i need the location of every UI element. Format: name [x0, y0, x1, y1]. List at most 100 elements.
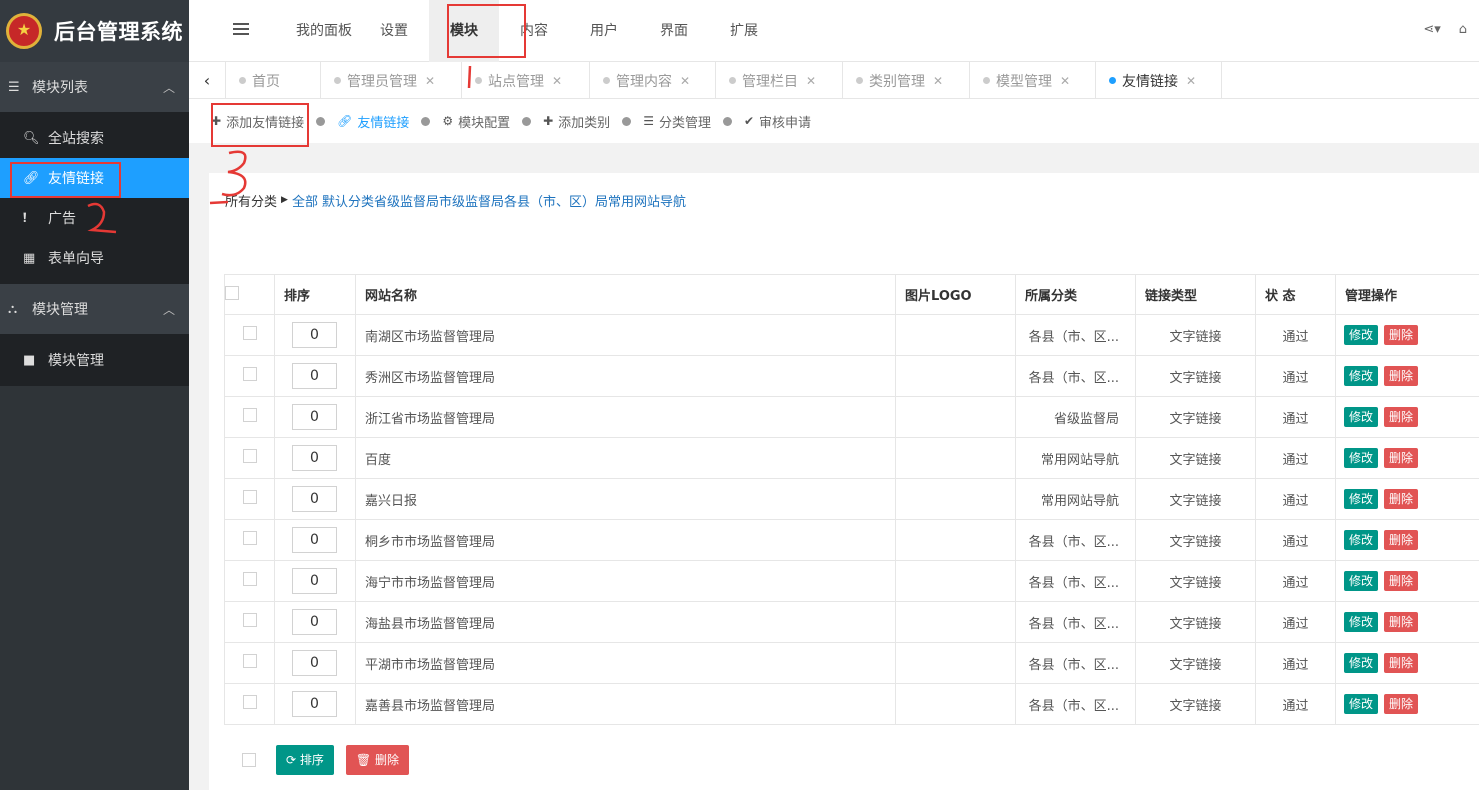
logo-area: 后台管理系统 — [0, 0, 189, 62]
site-name-link[interactable]: 百度 — [355, 437, 896, 479]
actions-cell: 修改 删除 — [1335, 314, 1479, 356]
category-manage-button[interactable]: ☰ 分类管理 — [643, 112, 711, 131]
tab-columns[interactable]: 管理栏目 ✕ — [716, 62, 843, 99]
topmenu-interface[interactable]: 界面 — [639, 0, 709, 62]
site-name-link[interactable]: 嘉兴日报 — [355, 478, 896, 520]
sidebar-submenu: 🔍︎ 全站搜索 🔗︎ 友情链接 ❗︎ 广告 ▦ 表单向导 — [0, 112, 189, 284]
edit-button[interactable]: 修改 — [1344, 694, 1379, 714]
bulk-select-checkbox[interactable] — [242, 753, 256, 767]
row-checkbox[interactable] — [242, 531, 257, 545]
logo-cell — [895, 478, 1016, 520]
row-checkbox[interactable] — [242, 367, 257, 381]
order-input[interactable]: 0 — [292, 609, 337, 635]
share-icon[interactable]: ⋖▾ — [1423, 22, 1440, 37]
topmenu-users[interactable]: 用户 — [569, 0, 639, 62]
chevron-up-icon: ︿ — [162, 80, 175, 95]
order-input[interactable]: 0 — [292, 650, 337, 676]
row-checkbox[interactable] — [242, 449, 257, 463]
order-input[interactable]: 0 — [292, 568, 337, 594]
sidebar-item-module-manage[interactable]: ■ 模块管理 — [0, 340, 189, 380]
row-checkbox[interactable] — [242, 654, 257, 668]
tab-category[interactable]: 类别管理 ✕ — [843, 62, 970, 99]
edit-button[interactable]: 修改 — [1344, 489, 1379, 509]
row-checkbox[interactable] — [242, 572, 257, 586]
module-config-button[interactable]: ⚙ 模块配置 — [442, 112, 510, 131]
delete-button[interactable]: 删除 — [1384, 612, 1419, 632]
edit-button[interactable]: 修改 — [1344, 448, 1379, 468]
tab-label: 管理内容 — [616, 73, 672, 90]
delete-button[interactable]: 删除 — [1384, 407, 1419, 427]
row-checkbox[interactable] — [242, 613, 257, 627]
site-name-link[interactable]: 平湖市市场监督管理局 — [355, 642, 896, 684]
edit-button[interactable]: 修改 — [1344, 571, 1379, 591]
order-input[interactable]: 0 — [292, 322, 337, 348]
sidebar-group-module-list[interactable]: ☰ 模块列表 ︿ — [0, 62, 189, 112]
tab-home[interactable]: 首页 — [226, 62, 321, 99]
order-input[interactable]: 0 — [292, 363, 337, 389]
order-input[interactable]: 0 — [292, 486, 337, 512]
tab-label: 首页 — [252, 73, 280, 90]
menu-toggle-icon[interactable] — [233, 23, 249, 37]
row-checkbox[interactable] — [242, 695, 257, 709]
close-icon[interactable]: ✕ — [552, 74, 562, 88]
delete-button[interactable]: 删除 — [1384, 530, 1419, 550]
site-name-link[interactable]: 海宁市市场监督管理局 — [355, 560, 896, 602]
sidebar-item-search[interactable]: 🔍︎ 全站搜索 — [0, 118, 189, 158]
close-icon[interactable]: ✕ — [806, 74, 816, 88]
close-icon[interactable]: ✕ — [933, 74, 943, 88]
edit-button[interactable]: 修改 — [1344, 653, 1379, 673]
edit-button[interactable]: 修改 — [1344, 325, 1379, 345]
review-apply-button[interactable]: ✔ 审核申请 — [744, 112, 811, 131]
row-checkbox[interactable] — [242, 408, 257, 422]
close-icon[interactable]: ✕ — [1060, 74, 1070, 88]
delete-button[interactable]: 删除 — [1384, 571, 1419, 591]
bulk-delete-button[interactable]: 🗑︎ 删除 — [345, 745, 409, 775]
site-name-link[interactable]: 嘉善县市场监督管理局 — [355, 683, 896, 725]
site-name-link[interactable]: 海盐县市场监督管理局 — [355, 601, 896, 643]
breadcrumb-link-all[interactable]: 全部 — [292, 195, 318, 210]
select-all-checkbox[interactable] — [225, 285, 239, 300]
tab-content[interactable]: 管理内容 ✕ — [590, 62, 716, 99]
delete-button[interactable]: 删除 — [1384, 325, 1419, 345]
sort-button[interactable]: ⟳ 排序 — [276, 745, 334, 775]
site-name-link[interactable]: 秀洲区市场监督管理局 — [355, 355, 896, 397]
order-input[interactable]: 0 — [292, 404, 337, 430]
edit-button[interactable]: 修改 — [1344, 366, 1379, 386]
chevron-left-icon[interactable]: ‹ — [189, 62, 226, 99]
delete-button[interactable]: 删除 — [1384, 489, 1419, 509]
add-category-button[interactable]: ✚ 添加类别 — [543, 112, 610, 131]
delete-button[interactable]: 删除 — [1384, 366, 1419, 386]
edit-button[interactable]: 修改 — [1344, 530, 1379, 550]
topmenu-extensions[interactable]: 扩展 — [709, 0, 779, 62]
topmenu-settings[interactable]: 设置 — [359, 0, 429, 62]
tab-site[interactable]: 站点管理 ✕ — [462, 62, 590, 99]
tab-friend-links[interactable]: 友情链接 ✕ — [1096, 62, 1222, 99]
site-name-link[interactable]: 浙江省市场监督管理局 — [355, 396, 896, 438]
order-input[interactable]: 0 — [292, 691, 337, 717]
breadcrumb-link-categories[interactable]: 默认分类省级监督局市级监督局各县（市、区）局常用网站导航 — [322, 195, 686, 210]
tab-model[interactable]: 模型管理 ✕ — [970, 62, 1096, 99]
topmenu-dashboard[interactable]: 我的面板 — [289, 0, 359, 62]
tab-admin[interactable]: 管理员管理 ✕ — [321, 62, 462, 99]
row-select-cell — [224, 437, 275, 479]
delete-button[interactable]: 删除 — [1384, 448, 1419, 468]
friend-links-button[interactable]: 🔗︎ 友情链接 — [337, 112, 409, 131]
sidebar-item-ads[interactable]: ❗︎ 广告 — [0, 198, 189, 238]
row-checkbox[interactable] — [242, 326, 257, 340]
sidebar-item-form-wizard[interactable]: ▦ 表单向导 — [0, 238, 189, 278]
order-input[interactable]: 0 — [292, 527, 337, 553]
edit-button[interactable]: 修改 — [1344, 612, 1379, 632]
site-name-link[interactable]: 桐乡市市场监督管理局 — [355, 519, 896, 561]
site-name-link[interactable]: 南湖区市场监督管理局 — [355, 314, 896, 356]
order-input[interactable]: 0 — [292, 445, 337, 471]
edit-button[interactable]: 修改 — [1344, 407, 1379, 427]
close-icon[interactable]: ✕ — [1186, 74, 1196, 88]
delete-button[interactable]: 删除 — [1384, 694, 1419, 714]
close-icon[interactable]: ✕ — [425, 74, 435, 88]
home-icon[interactable]: ⌂ — [1459, 22, 1467, 37]
delete-button[interactable]: 删除 — [1384, 653, 1419, 673]
plus-icon: ✚ — [543, 114, 554, 128]
row-checkbox[interactable] — [242, 490, 257, 504]
close-icon[interactable]: ✕ — [680, 74, 690, 88]
sidebar-group-module-manage[interactable]: ⛬ 模块管理 ︿ — [0, 284, 189, 334]
